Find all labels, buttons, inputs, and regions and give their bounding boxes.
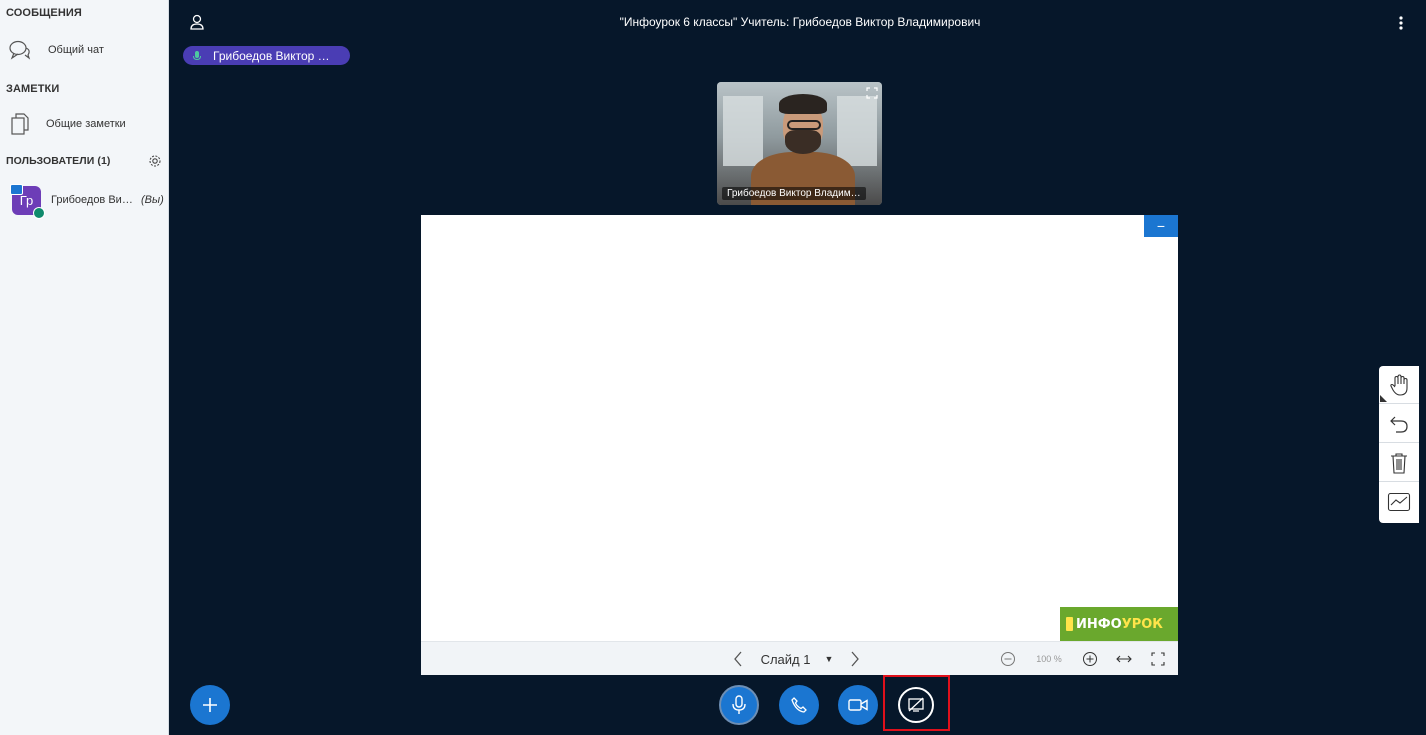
fit-width-button[interactable] bbox=[1113, 642, 1135, 676]
person-hair bbox=[779, 94, 827, 114]
microphone-icon bbox=[193, 50, 201, 60]
video-camera-icon bbox=[848, 699, 868, 711]
messages-section-title: СООБЩЕНИЯ bbox=[6, 7, 82, 19]
webcam-video[interactable]: Грибоедов Виктор Владим… bbox=[717, 82, 882, 205]
zoom-level: 100 % bbox=[1036, 654, 1062, 664]
next-slide-button[interactable] bbox=[844, 642, 866, 676]
person-glasses bbox=[787, 120, 821, 130]
sidebar-item-label: Общие заметки bbox=[46, 118, 126, 130]
talking-user-name: Грибоедов Виктор … bbox=[213, 48, 330, 63]
slide-selector[interactable]: Слайд 1 ▼ bbox=[757, 642, 837, 676]
gear-icon[interactable] bbox=[147, 153, 163, 169]
infourok-logo: ИНФО УРОК bbox=[1060, 607, 1178, 641]
whiteboard-toolbar bbox=[1379, 366, 1419, 523]
fullscreen-presentation-button[interactable] bbox=[1147, 642, 1169, 676]
webcam-user-label: Грибоедов Виктор Владим… bbox=[722, 187, 866, 200]
sidebar-item-shared-notes[interactable]: Общие заметки bbox=[0, 109, 168, 139]
chevron-right-icon bbox=[851, 651, 859, 667]
presenter-icon bbox=[10, 184, 23, 195]
users-section-title: ПОЛЬЗОВАТЕЛИ (1) bbox=[6, 155, 111, 167]
user-you-tag: (Вы) bbox=[141, 194, 164, 206]
chevron-left-icon bbox=[734, 651, 742, 667]
multi-user-whiteboard-button[interactable] bbox=[1379, 483, 1419, 521]
undo-button[interactable] bbox=[1379, 405, 1419, 443]
slide-selector-label: Слайд 1 bbox=[760, 651, 811, 667]
caret-down-icon: ▼ bbox=[824, 654, 834, 664]
hand-icon bbox=[1390, 373, 1408, 396]
notes-section-title: ЗАМЕТКИ bbox=[6, 83, 60, 95]
share-webcam-button[interactable] bbox=[838, 685, 878, 725]
leave-audio-button[interactable] bbox=[779, 685, 819, 725]
document-icon bbox=[0, 112, 40, 136]
phone-icon bbox=[791, 697, 807, 713]
clear-all-button[interactable] bbox=[1379, 444, 1419, 482]
zoom-out-button[interactable] bbox=[997, 642, 1019, 676]
user-list-item[interactable]: Гр Грибоедов Ви… (Вы) bbox=[0, 182, 168, 220]
presentation-toolbar: Слайд 1 ▼ 100 % bbox=[421, 641, 1178, 675]
avatar: Гр bbox=[10, 184, 45, 219]
options-menu-icon[interactable] bbox=[1397, 14, 1405, 32]
minimize-presentation-button[interactable]: − bbox=[1144, 215, 1178, 237]
meeting-title: "Инфоурок 6 классы" Учитель: Грибоедов В… bbox=[619, 15, 981, 29]
sidebar-item-label: Общий чат bbox=[48, 44, 104, 56]
logo-text-part1: ИНФО bbox=[1076, 616, 1122, 632]
fullscreen-icon bbox=[1151, 652, 1165, 666]
fit-width-icon bbox=[1116, 655, 1132, 663]
sidebar: СООБЩЕНИЯ Общий чат ЗАМЕТКИ Общие заметк… bbox=[0, 0, 169, 735]
avatar-initials: Гр bbox=[19, 193, 34, 208]
window-background bbox=[723, 96, 763, 166]
previous-slide-button[interactable] bbox=[727, 642, 749, 676]
zoom-in-icon bbox=[1083, 652, 1097, 666]
logo-text-part2: УРОК bbox=[1121, 616, 1163, 632]
highlight-box bbox=[883, 675, 950, 731]
undo-icon bbox=[1390, 416, 1408, 433]
person-beard bbox=[785, 130, 821, 154]
trash-icon bbox=[1391, 452, 1407, 474]
tool-corner-indicator bbox=[1380, 395, 1387, 402]
presentation-slide[interactable] bbox=[421, 215, 1178, 641]
microphone-status-icon bbox=[33, 207, 45, 219]
whiteboard-icon bbox=[1387, 492, 1411, 512]
mute-microphone-button[interactable] bbox=[719, 685, 759, 725]
hand-tool-button[interactable] bbox=[1379, 366, 1419, 404]
chat-icon bbox=[0, 39, 40, 61]
fullscreen-icon[interactable] bbox=[866, 86, 878, 99]
window-background bbox=[837, 96, 877, 166]
plus-icon bbox=[203, 698, 217, 712]
logo-mark-icon bbox=[1066, 617, 1073, 631]
user-list-toggle-icon[interactable] bbox=[189, 14, 205, 30]
talking-indicator[interactable]: Грибоедов Виктор … bbox=[183, 46, 350, 65]
microphone-icon bbox=[732, 695, 746, 714]
zoom-out-icon bbox=[1001, 652, 1015, 666]
actions-button[interactable] bbox=[190, 685, 230, 725]
sidebar-item-public-chat[interactable]: Общий чат bbox=[0, 35, 168, 65]
user-name: Грибоедов Ви… bbox=[51, 194, 133, 206]
zoom-in-button[interactable] bbox=[1079, 642, 1101, 676]
